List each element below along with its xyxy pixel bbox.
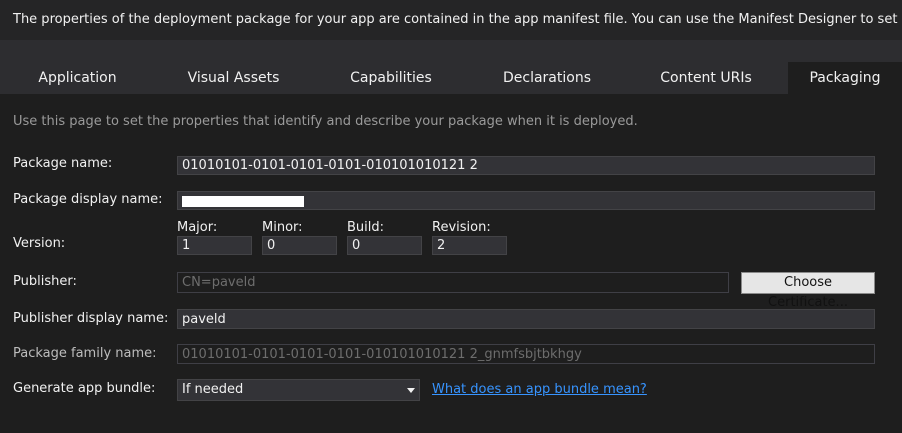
packaging-panel: Use this page to set the properties that… [0,94,902,433]
package-family-name-label: Package family name: [13,346,157,361]
package-name-input[interactable] [177,156,875,175]
app-bundle-help-link[interactable]: What does an app bundle mean? [432,382,647,397]
packaging-hint: Use this page to set the properties that… [13,114,638,129]
tab-content-uris[interactable]: Content URIs [624,62,788,94]
revision-label: Revision: [432,220,491,235]
tab-bar: Application Visual Assets Capabilities D… [0,62,902,94]
version-build-input[interactable] [347,236,422,255]
tab-packaging[interactable]: Packaging [788,62,902,94]
tab-visual-assets[interactable]: Visual Assets [155,62,312,94]
manifest-description: The properties of the deployment package… [13,12,902,27]
version-label: Version: [13,236,66,251]
package-display-name-label: Package display name: [13,192,163,207]
minor-label: Minor: [262,220,303,235]
chevron-down-icon [407,388,415,393]
version-revision-input[interactable] [432,236,507,255]
package-name-label: Package name: [13,156,113,171]
publisher-display-name-input[interactable] [177,309,875,329]
publisher-input [177,272,729,293]
generate-app-bundle-value: If needed [182,382,244,397]
tab-declarations[interactable]: Declarations [470,62,624,94]
generate-app-bundle-dropdown[interactable]: If needed [177,379,420,401]
tab-capabilities[interactable]: Capabilities [312,62,470,94]
manifest-description-bar: The properties of the deployment package… [0,0,902,40]
build-label: Build: [347,220,385,235]
choose-certificate-button[interactable]: Choose Certificate... [741,272,875,310]
publisher-display-name-label: Publisher display name: [13,311,169,326]
package-family-name-input [177,344,875,364]
publisher-label: Publisher: [13,274,77,289]
major-label: Major: [177,220,218,235]
version-minor-input[interactable] [262,236,337,255]
generate-app-bundle-label: Generate app bundle: [13,381,156,396]
version-major-input[interactable] [177,236,252,255]
tab-application[interactable]: Application [0,62,155,94]
redaction-bar [182,196,304,207]
